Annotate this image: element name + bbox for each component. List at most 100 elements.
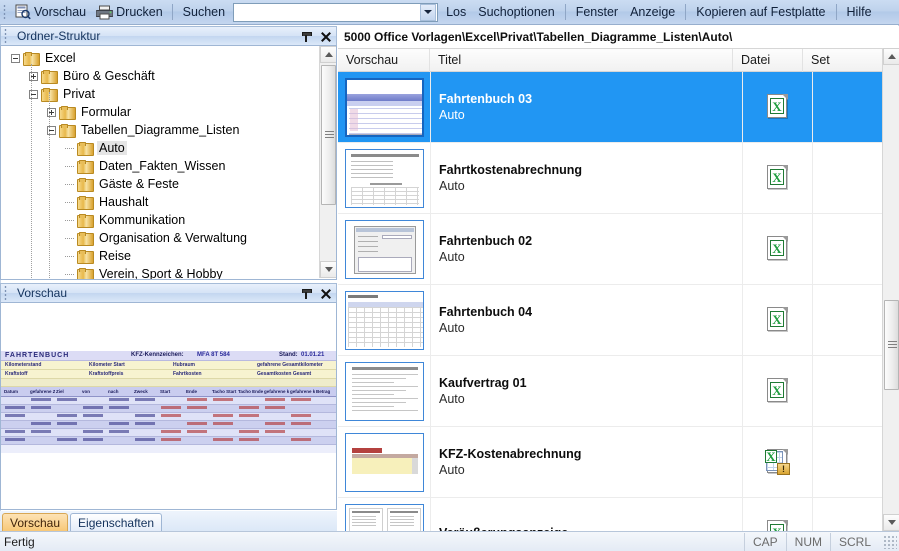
- cell-set[interactable]: [812, 427, 882, 497]
- thumb-dialog-title: [356, 228, 414, 232]
- cell-file[interactable]: X: [742, 214, 812, 284]
- preview-button[interactable]: Vorschau: [10, 2, 91, 23]
- cell-set[interactable]: [812, 498, 882, 531]
- cell-file[interactable]: X!: [742, 427, 812, 497]
- cell-preview[interactable]: [338, 285, 430, 355]
- thumb-row-line: [349, 128, 424, 129]
- cell-set[interactable]: [812, 285, 882, 355]
- print-button[interactable]: Drucken: [91, 2, 168, 23]
- cell-title[interactable]: Fahrtkostenabrechnung Auto: [430, 143, 742, 213]
- preview-panel-grip[interactable]: [4, 285, 7, 301]
- search-label[interactable]: Suchen: [177, 2, 231, 23]
- tree-scroll-up-button[interactable]: [320, 46, 337, 63]
- cell-title[interactable]: Fahrtenbuch 04Auto: [430, 285, 742, 355]
- preview-cell-text: [213, 398, 233, 401]
- template-title: Fahrtkostenabrechnung: [439, 163, 742, 177]
- cell-title[interactable]: Veräußerungsanzeige: [430, 498, 742, 531]
- table-row[interactable]: Kaufvertrag 01AutoX: [338, 356, 882, 427]
- table-row[interactable]: KFZ-KostenabrechnungAutoX!: [338, 427, 882, 498]
- thumb-text-line: [352, 406, 394, 407]
- list-scrollbar-thumb[interactable]: [884, 300, 899, 390]
- cell-set[interactable]: [812, 214, 882, 284]
- cell-file[interactable]: X: [742, 143, 812, 213]
- window-menu[interactable]: Fenster: [570, 2, 624, 23]
- cell-set[interactable]: [812, 356, 882, 426]
- copy-to-disk-button[interactable]: Kopieren auf Festplatte: [690, 2, 831, 23]
- cell-set[interactable]: [812, 72, 882, 142]
- table-row[interactable]: Fahrtenbuch 04AutoX: [338, 285, 882, 356]
- search-dropdown-button[interactable]: [420, 4, 436, 21]
- thumb-row-line: [349, 123, 424, 124]
- preview-panel-title: Vorschau: [17, 286, 67, 300]
- folder-tree[interactable]: ExcelBüro & GeschäftPrivatFormularTabell…: [0, 46, 337, 280]
- template-title: Fahrtenbuch 03: [439, 92, 742, 106]
- preview-panel: Vorschau FAHRTENBUCHKFZ-Kennzeichen:MFA …: [0, 283, 337, 531]
- status-indicator-num: NUM: [786, 533, 830, 551]
- column-header-vorschau[interactable]: Vorschau: [338, 49, 430, 72]
- close-icon[interactable]: [320, 31, 332, 43]
- tree-node-b-ro-gesch-ft[interactable]: Büro & Geschäft: [1, 67, 319, 85]
- thumb-grid: [351, 187, 419, 205]
- preview-close-icon[interactable]: [320, 288, 332, 300]
- cell-title[interactable]: Fahrtenbuch 02Auto: [430, 214, 742, 284]
- preview-pin-icon[interactable]: [300, 288, 312, 300]
- template-category: Auto: [439, 250, 742, 264]
- table-row[interactable]: Fahrtenbuch 03AutoX: [338, 72, 882, 143]
- thumb-text-line: [352, 516, 376, 517]
- table-row[interactable]: Fahrtenbuch 02AutoX: [338, 214, 882, 285]
- cell-preview[interactable]: [338, 427, 430, 497]
- list-vertical-scrollbar[interactable]: [882, 48, 899, 531]
- preview-column-label: gefahrene Zeit: [30, 389, 55, 394]
- preview-panel-titlebar: Vorschau: [0, 283, 337, 303]
- table-row[interactable]: VeräußerungsanzeigeX: [338, 498, 882, 531]
- tree-scroll-down-button[interactable]: [320, 261, 337, 278]
- cell-file[interactable]: X: [742, 72, 812, 142]
- tree-connector: [65, 202, 74, 203]
- cell-file[interactable]: X: [742, 498, 812, 531]
- cell-title[interactable]: Fahrtenbuch 03Auto: [430, 72, 742, 142]
- cell-title[interactable]: Kaufvertrag 01Auto: [430, 356, 742, 426]
- tab-vorschau[interactable]: Vorschau: [2, 513, 68, 531]
- column-header-titel[interactable]: Titel: [430, 49, 733, 72]
- view-menu[interactable]: Anzeige: [624, 2, 681, 23]
- preview-content[interactable]: FAHRTENBUCHKFZ-Kennzeichen:MFA 8T 584Sta…: [0, 303, 337, 510]
- resize-grip-icon[interactable]: [883, 535, 897, 549]
- preview-date-label: Stand:: [279, 352, 298, 358]
- collapse-icon[interactable]: [11, 54, 20, 63]
- cell-preview[interactable]: [338, 498, 430, 531]
- tree-connector: [65, 256, 74, 257]
- cell-file[interactable]: X: [742, 356, 812, 426]
- cell-set[interactable]: [812, 143, 882, 213]
- preview-cell-text: [265, 398, 285, 401]
- list-scroll-up-button[interactable]: [883, 48, 899, 65]
- cell-file[interactable]: X: [742, 285, 812, 355]
- template-category: Auto: [439, 179, 742, 193]
- pin-icon[interactable]: [300, 31, 312, 43]
- cell-preview[interactable]: [338, 356, 430, 426]
- search-combo[interactable]: [233, 3, 438, 22]
- cell-preview[interactable]: [338, 72, 430, 142]
- cell-preview[interactable]: [338, 143, 430, 213]
- preview-cell-text: [187, 398, 207, 401]
- cell-title[interactable]: KFZ-KostenabrechnungAuto: [430, 427, 742, 497]
- template-list[interactable]: Fahrtenbuch 03AutoXFahrtkostenabrechnung…: [338, 72, 882, 531]
- search-options-button[interactable]: Suchoptionen: [472, 2, 560, 23]
- tab-eigenschaften[interactable]: Eigenschaften: [70, 513, 162, 531]
- go-button[interactable]: Los: [440, 2, 472, 23]
- column-header-vorschau-label: Vorschau: [346, 53, 398, 67]
- preview-info-label: gefahrene Gesamtkilometer: [257, 362, 323, 368]
- table-row[interactable]: Fahrtkostenabrechnung AutoX: [338, 143, 882, 214]
- column-header-set[interactable]: Set: [803, 49, 873, 72]
- tree-scrollbar-thumb[interactable]: [321, 65, 336, 205]
- template-title: KFZ-Kostenabrechnung: [439, 447, 742, 461]
- tree-vertical-scrollbar[interactable]: [319, 46, 336, 278]
- thumb-text-line: [352, 522, 376, 523]
- column-header-datei[interactable]: Datei: [733, 49, 803, 72]
- tree-panel-grip[interactable]: [4, 28, 7, 44]
- toolbar-grip[interactable]: [3, 4, 6, 20]
- help-menu[interactable]: Hilfe: [841, 2, 878, 23]
- thumb-textarea: [358, 257, 412, 272]
- list-scroll-down-button[interactable]: [883, 514, 899, 531]
- tree-node-excel[interactable]: Excel: [1, 49, 319, 67]
- cell-preview[interactable]: [338, 214, 430, 284]
